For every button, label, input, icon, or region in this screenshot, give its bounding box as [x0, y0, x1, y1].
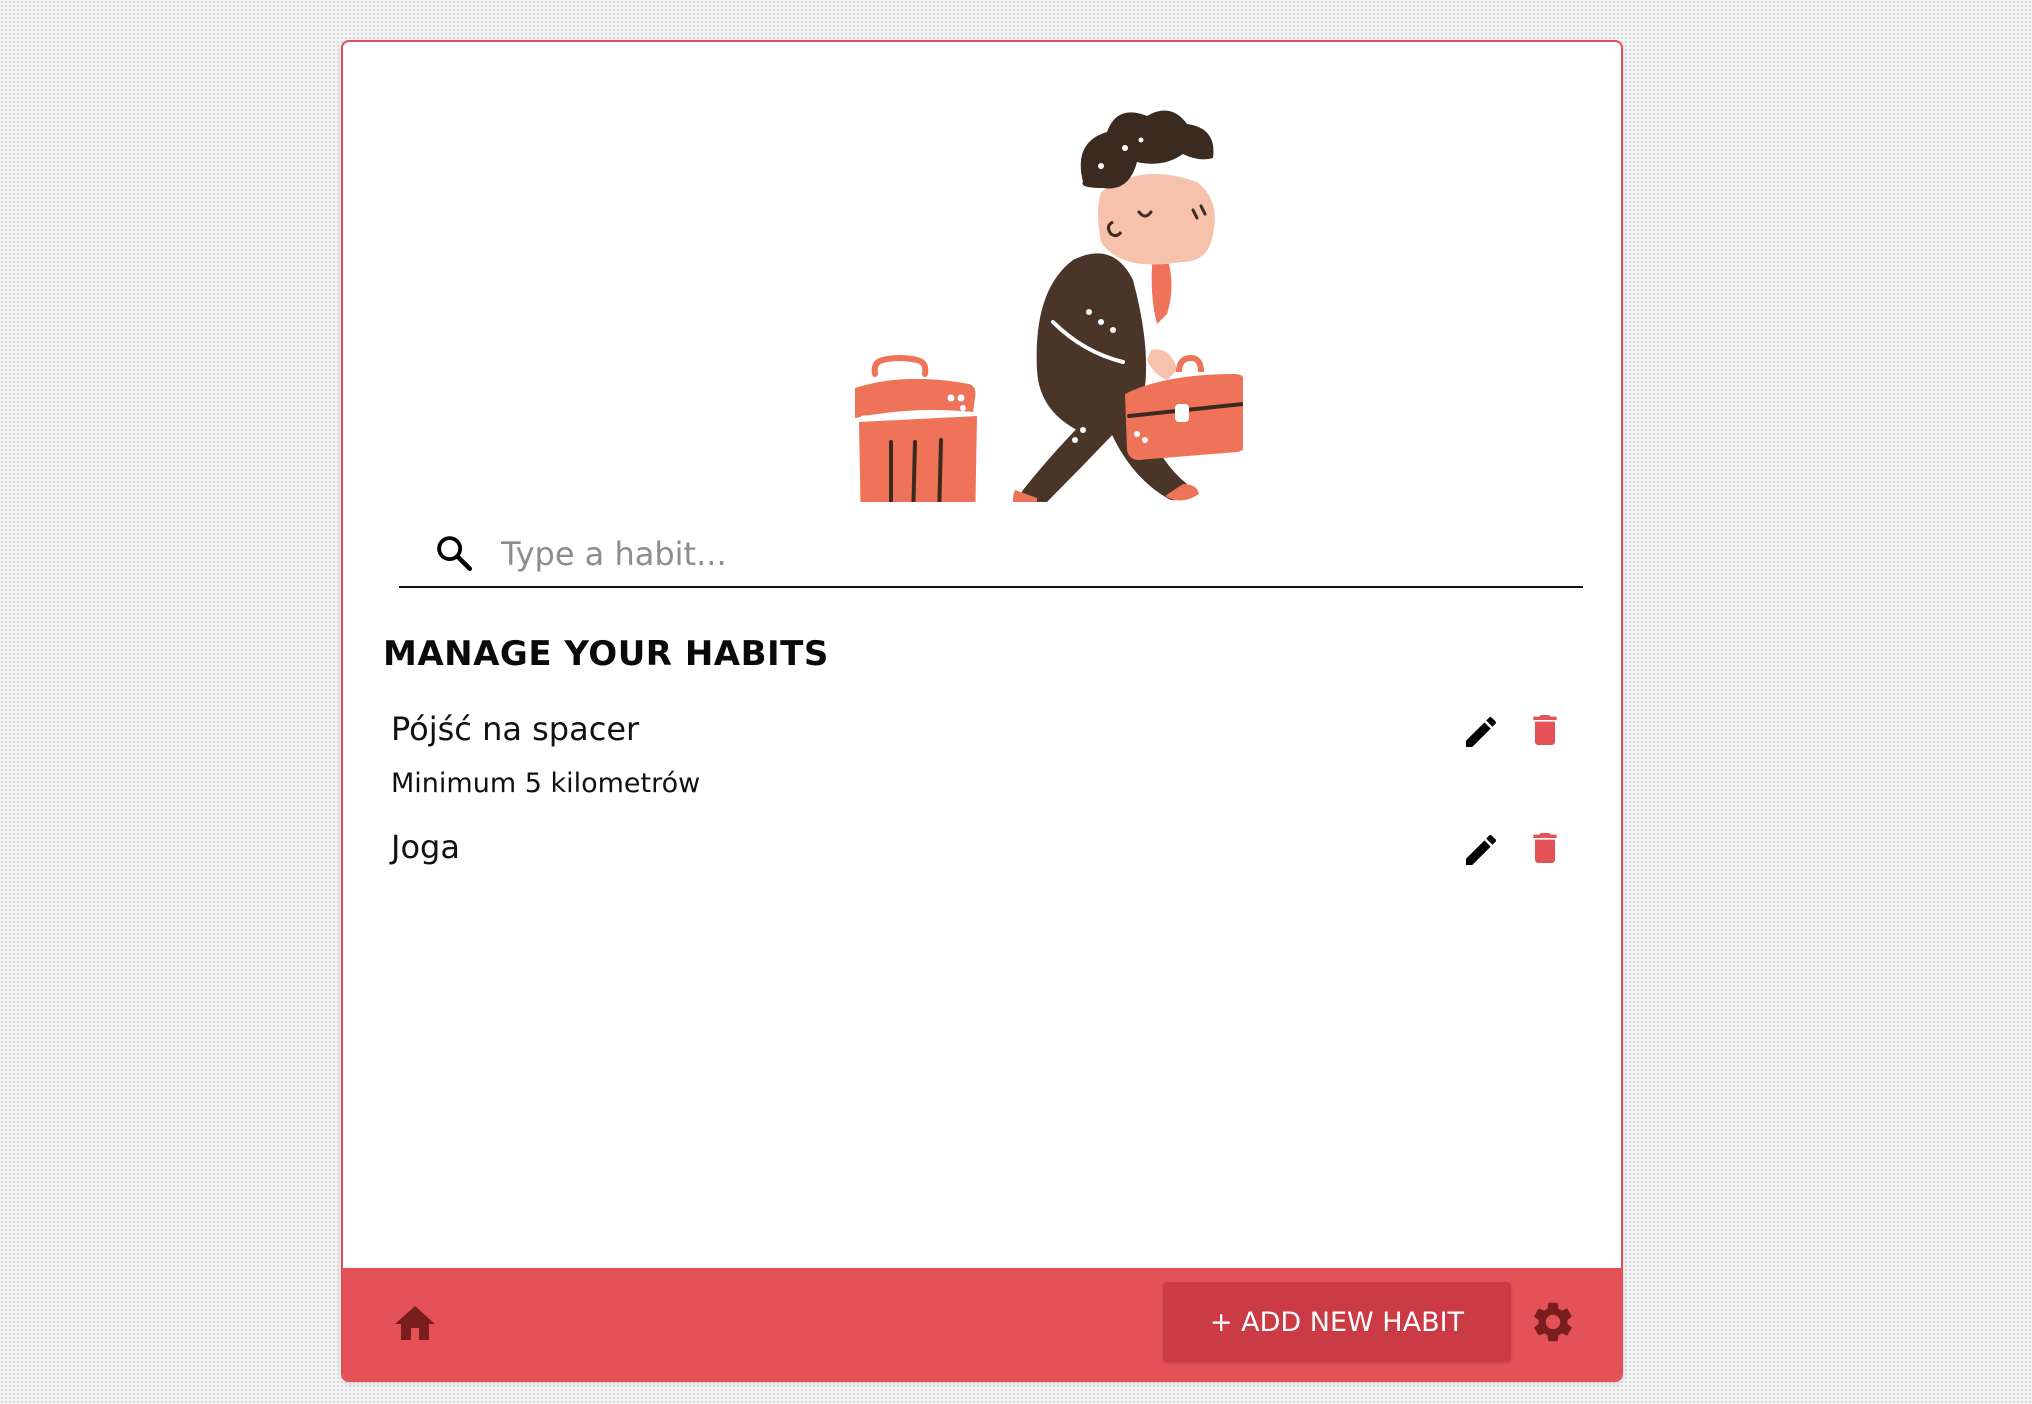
add-new-habit-button[interactable]: + ADD NEW HABIT — [1163, 1282, 1511, 1362]
delete-button[interactable] — [1521, 706, 1569, 754]
trash-can-illustration — [855, 355, 977, 502]
habit-description: Minimum 5 kilometrów — [391, 768, 701, 799]
edit-button[interactable] — [1457, 708, 1505, 756]
search-bar — [399, 522, 1583, 588]
settings-button[interactable] — [1529, 1298, 1577, 1346]
home-button[interactable] — [391, 1300, 439, 1348]
section-title: MANAGE YOUR HABITS — [383, 634, 829, 674]
habit-name: Joga — [391, 828, 460, 866]
pencil-icon — [1466, 716, 1497, 747]
man-illustration — [1013, 110, 1243, 502]
search-input[interactable] — [499, 528, 1563, 580]
walking-man-illustration — [855, 110, 1243, 502]
trash-icon — [1533, 715, 1557, 745]
home-icon — [395, 1306, 435, 1340]
edit-button[interactable] — [1457, 826, 1505, 874]
delete-button[interactable] — [1521, 824, 1569, 872]
habits-card: MANAGE YOUR HABITS Pójść na spacer Minim… — [341, 40, 1623, 1382]
bottom-bar: + ADD NEW HABIT — [343, 1268, 1621, 1380]
pencil-icon — [1466, 834, 1497, 865]
gear-icon — [1534, 1302, 1572, 1342]
trash-icon — [1533, 833, 1557, 863]
habit-name: Pójść na spacer — [391, 710, 640, 748]
search-icon — [437, 536, 473, 572]
